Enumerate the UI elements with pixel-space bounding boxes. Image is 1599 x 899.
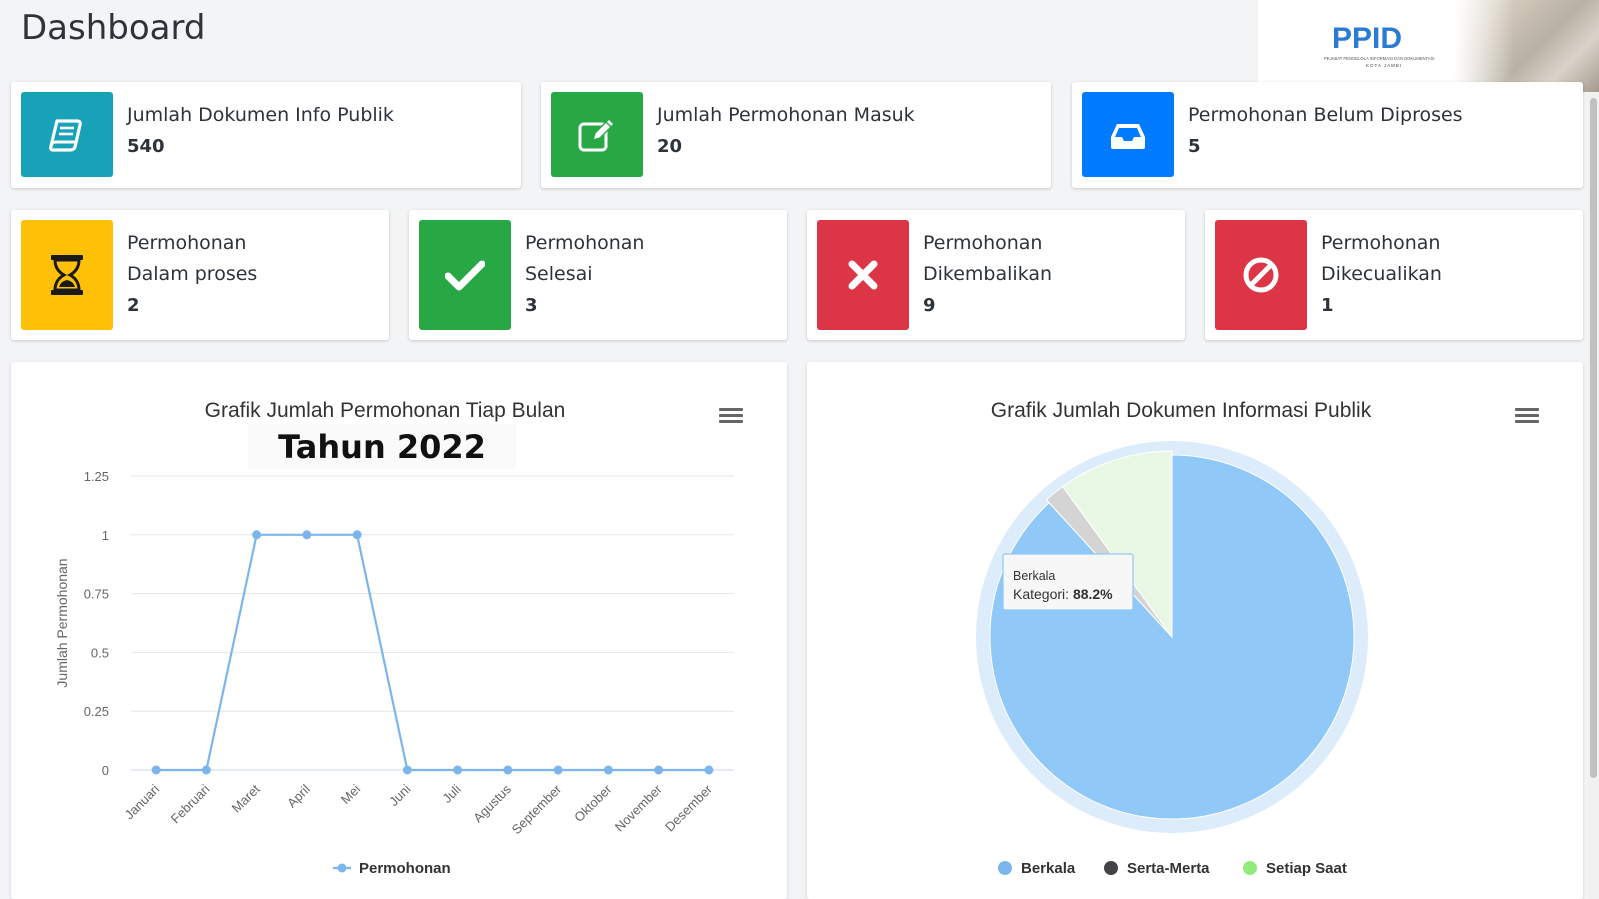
legend-label-setiap-saat: Setiap Saat [1266,860,1347,877]
y-tick-label: 1.25 [84,469,109,484]
x-tick-label: Mei [338,781,363,806]
times-icon [848,260,878,290]
data-point [503,765,513,775]
x-tick-label: Maret [229,781,263,815]
legend-marker [337,863,347,873]
data-point [654,765,664,775]
data-point [252,530,262,540]
x-tick-label: September [509,781,565,837]
x-tick-label: Desember [662,781,715,834]
scrollbar-thumb[interactable] [1590,98,1597,778]
info-label-line2: Dalam proses [127,263,258,285]
info-icon-tile [1215,220,1307,330]
tooltip-line: Kategori: 88.2% [1013,586,1113,602]
x-tick-label: Juni [386,781,414,809]
data-point [151,765,161,775]
info-label: Jumlah Permohonan Masuk [657,104,915,126]
legend-marker [1104,861,1118,875]
info-label: Jumlah Dokumen Info Publik [127,104,394,126]
inbox-icon [1111,123,1145,149]
legend-label-permohonan: Permohonan [359,860,451,877]
info-value: 20 [657,136,683,157]
info-label-line1: Permohonan [923,232,1043,254]
page-title: Dashboard [21,8,206,48]
ppid-logo: PPID PEJABAT PENGELOLA INFORMASI DAN DOK… [1324,22,1435,68]
data-point [553,765,563,775]
info-box-dokumen: Jumlah Dokumen Info Publik 540 [11,82,521,188]
info-box-permohonan-masuk: Jumlah Permohonan Masuk 20 [541,82,1051,188]
info-label-line1: Permohonan [127,232,247,254]
ppid-logo-panel: PPID PEJABAT PENGELOLA INFORMASI DAN DOK… [1258,0,1599,92]
info-box-dalam-proses: Permohonan Dalam proses 2 [11,210,389,340]
info-label-line1: Permohonan [1321,232,1441,254]
logo-city: KOTA JAMBI [1366,63,1402,68]
y-tick-label: 1 [102,528,109,543]
legend-label-serta-merta: Serta-Merta [1127,860,1210,877]
info-box-belum-diproses: Permohonan Belum Diproses 5 [1072,82,1583,188]
info-box-dikecualikan: Permohonan Dikecualikan 1 [1205,210,1583,340]
info-icon-tile [817,220,909,330]
legend-label-berkala: Berkala [1021,860,1076,877]
x-tick-label: November [612,781,665,834]
pie-tooltip: Berkala Kategori: 88.2% [1002,553,1134,611]
pie-chart: Berkala Kategori: 88.2% Berkala Serta-Merta… [976,441,1368,877]
info-box-selesai: Permohonan Selesai 3 [409,210,787,340]
legend-marker [1243,861,1257,875]
data-point [352,530,362,540]
info-icon-tile [21,92,113,177]
pie-chart-card: Grafik Jumlah Dokumen Informasi Publik B… [807,362,1583,899]
x-tick-label: Februari [168,781,213,826]
logo-text: PPID [1332,22,1402,55]
y-axis-label: Jumlah Permohonan [54,558,70,687]
data-point [453,765,463,775]
header-photo [1454,0,1599,92]
x-tick-label: Januari [121,781,162,822]
data-point [201,765,211,775]
tooltip-title: Berkala [1013,569,1055,583]
info-icon-tile [419,220,511,330]
info-value: 2 [127,295,140,316]
info-value: 540 [127,136,165,157]
info-label-line2: Selesai [525,263,593,285]
logo-subtitle: PEJABAT PENGELOLA INFORMASI DAN DOKUMENT… [1324,56,1435,61]
info-value: 5 [1188,136,1201,157]
info-icon-tile [1082,92,1174,177]
y-tick-label: 0.75 [84,587,109,602]
info-label-line2: Dikembalikan [923,263,1053,285]
info-box-dikembalikan: Permohonan Dikembalikan 9 [807,210,1185,340]
info-value: 1 [1321,295,1334,316]
check-icon [445,260,485,291]
info-icon-tile [551,92,643,177]
y-tick-label: 0.5 [91,645,109,660]
info-label-line1: Permohonan [525,232,645,254]
hourglass-icon [51,255,83,295]
data-point [302,530,312,540]
edit-icon [578,117,615,151]
info-label-line2: Dikecualikan [1321,263,1442,285]
year-banner: Tahun 2022 [248,424,516,470]
info-value: 3 [525,295,538,316]
tooltip-value: 88.2% [1073,586,1113,602]
y-tick-label: 0 [102,763,109,778]
x-tick-label: Oktober [571,781,615,825]
x-tick-label: Agustus [470,781,514,825]
book-icon [49,118,82,152]
info-label: Permohonan Belum Diproses [1188,104,1463,126]
data-point [704,765,714,775]
data-point [603,765,613,775]
legend-marker [998,861,1012,875]
ban-icon [1243,257,1279,293]
y-tick-label: 0.25 [84,704,109,719]
x-tick-label: April [284,781,313,810]
page-scrollbar[interactable] [1588,92,1599,899]
info-icon-tile [21,220,113,330]
data-point [402,765,412,775]
x-tick-label: Juli [439,781,463,805]
info-value: 9 [923,295,936,316]
